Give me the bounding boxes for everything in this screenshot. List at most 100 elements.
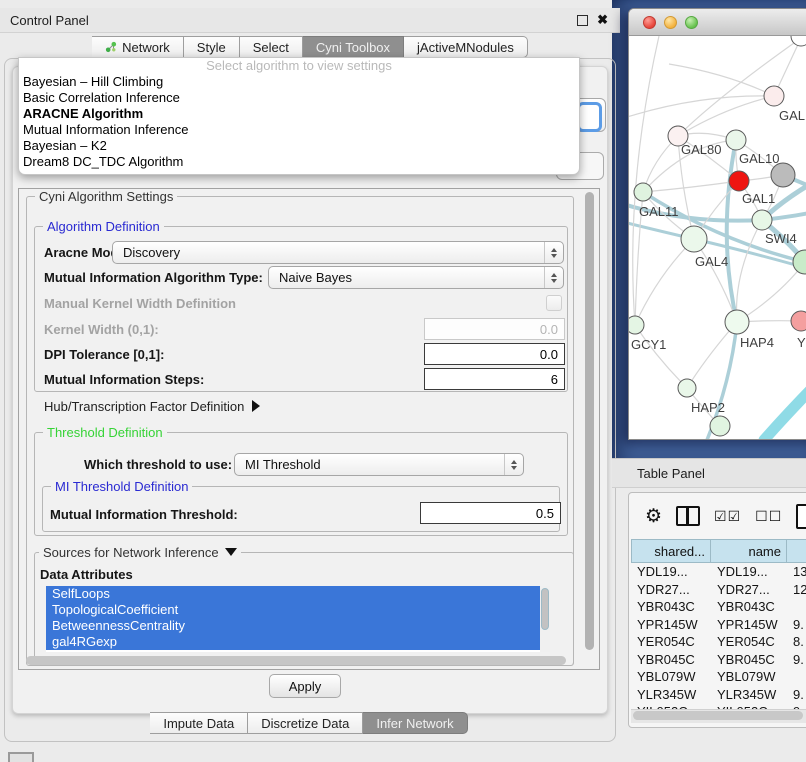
table-row[interactable]: YPR145WYPR145W9.: [631, 616, 806, 634]
network-node[interactable]: [752, 210, 772, 230]
float-window-icon[interactable]: [577, 15, 588, 26]
tab[interactable]: jActiveMNodules: [404, 36, 528, 58]
dropdown-option[interactable]: Bayesian – Hill Climbing: [19, 74, 579, 90]
tab[interactable]: Cyni Toolbox: [303, 36, 404, 58]
deselect-all-icon[interactable]: ☐☐: [755, 508, 782, 525]
combo-value: Discovery: [123, 245, 180, 260]
kernel-width-input[interactable]: 0.0: [424, 318, 565, 340]
export-table-icon[interactable]: [796, 504, 806, 529]
mi-steps-input[interactable]: 6: [424, 368, 565, 390]
list-item[interactable]: SelfLoops: [46, 586, 550, 602]
dpi-tolerance-label: DPI Tolerance [0,1]:: [44, 347, 164, 362]
split-columns-icon[interactable]: [676, 506, 700, 526]
mi-steps-label: Mutual Information Steps:: [44, 372, 204, 387]
network-node[interactable]: [764, 86, 784, 106]
dropdown-option[interactable]: ARACNE Algorithm: [19, 106, 579, 122]
dpi-tolerance-input[interactable]: 0.0: [424, 343, 565, 365]
network-node[interactable]: [791, 36, 806, 46]
horizontal-scrollbar[interactable]: [26, 656, 566, 665]
aracne-mode-select[interactable]: Discovery: [112, 241, 564, 264]
tab[interactable]: Style: [184, 36, 240, 58]
apply-button[interactable]: Apply: [269, 674, 341, 698]
network-canvas[interactable]: GALGAL80GAL10GAL1GAL11SWI4GAL4GCY1HAP4YH…: [629, 36, 806, 440]
minimize-traffic-light-icon[interactable]: [664, 16, 677, 29]
network-edge[interactable]: [737, 220, 762, 322]
node-label: SWI4: [765, 231, 797, 246]
network-node[interactable]: [634, 183, 652, 201]
tab-label: Cyni Toolbox: [316, 40, 390, 55]
manual-kernel-label: Manual Kernel Width Definition: [44, 296, 236, 311]
network-icon: [105, 41, 117, 53]
list-item[interactable]: TopologicalCoefficient: [46, 602, 550, 618]
network-node[interactable]: [726, 130, 746, 150]
table-row[interactable]: YBR043CYBR043C: [631, 598, 806, 616]
list-item[interactable]: BetweennessCentrality: [46, 618, 550, 634]
dock-widget[interactable]: [8, 752, 34, 762]
gear-icon[interactable]: ⚙: [645, 507, 662, 526]
node-table: shared...nameA YDL19...YDL19...13YDR27..…: [631, 539, 806, 711]
input-value: 0.0: [540, 347, 558, 362]
tab[interactable]: Impute Data: [150, 712, 248, 734]
mi-algorithm-type-select[interactable]: Naive Bayes: [268, 266, 564, 289]
network-node[interactable]: [771, 163, 795, 187]
close-icon[interactable]: ✖: [597, 15, 608, 25]
table-cell: 13: [787, 563, 806, 581]
threshold-type-select[interactable]: MI Threshold: [234, 453, 524, 476]
network-node[interactable]: [710, 416, 730, 436]
collapse-arrow-icon: [225, 548, 237, 556]
tab[interactable]: Discretize Data: [248, 712, 363, 734]
spinner-arrows-icon: [544, 267, 563, 288]
dropdown-option[interactable]: Bayesian – K2: [19, 138, 579, 154]
select-all-icon[interactable]: ☑☑: [714, 508, 741, 525]
dropdown-option[interactable]: Dream8 DC_TDC Algorithm: [19, 154, 579, 170]
table-cell: 9.: [787, 651, 806, 669]
input-value: 0.5: [536, 506, 554, 521]
network-edge[interactable]: [727, 140, 737, 322]
network-edge[interactable]: [635, 239, 694, 325]
table-row[interactable]: YDL19...YDL19...13: [631, 563, 806, 581]
tab[interactable]: Network: [92, 36, 184, 58]
network-node[interactable]: [681, 226, 707, 252]
panel-title: Control Panel: [0, 13, 89, 28]
network-edge[interactable]: [635, 325, 687, 388]
network-node[interactable]: [791, 311, 806, 331]
node-label: GAL10: [739, 151, 779, 166]
table-cell: YER054C: [711, 633, 787, 651]
vertical-scrollbar[interactable]: [585, 192, 594, 650]
manual-kernel-checkbox[interactable]: [546, 295, 562, 311]
dropdown-options: Bayesian – Hill Climbing Basic Correlati…: [19, 74, 579, 170]
data-attributes-list[interactable]: SelfLoops TopologicalCoefficient Between…: [46, 586, 550, 652]
close-traffic-light-icon[interactable]: [643, 16, 656, 29]
list-item[interactable]: gal4RGexp: [46, 634, 550, 650]
node-label: GAL11: [639, 204, 679, 219]
tab[interactable]: Select: [240, 36, 303, 58]
mi-threshold-input[interactable]: 0.5: [420, 502, 561, 524]
data-attributes-label: Data Attributes: [40, 567, 133, 582]
network-window-titlebar[interactable]: [629, 9, 806, 36]
table-row[interactable]: YBL079WYBL079W: [631, 668, 806, 686]
network-edge[interactable]: [764, 366, 806, 440]
tab-label: Discretize Data: [261, 716, 349, 731]
zoom-traffic-light-icon[interactable]: [685, 16, 698, 29]
table-row[interactable]: YLR345WYLR345W9.: [631, 686, 806, 704]
table-row[interactable]: YBR045CYBR045C9.: [631, 651, 806, 669]
table-hscrollbar[interactable]: [633, 711, 803, 720]
network-node[interactable]: [678, 379, 696, 397]
table-row[interactable]: YER054CYER054C8.: [631, 633, 806, 651]
network-edge[interactable]: [643, 181, 739, 192]
dropdown-option[interactable]: Basic Correlation Inference: [19, 90, 579, 106]
list-scrollbar[interactable]: [540, 586, 550, 652]
table-row[interactable]: YDR27...YDR27...12: [631, 581, 806, 599]
dropdown-option[interactable]: Mutual Information Inference: [19, 122, 579, 138]
sources-group-title[interactable]: Sources for Network Inference: [39, 545, 241, 560]
column-header[interactable]: name: [711, 539, 787, 563]
network-node[interactable]: [729, 171, 749, 191]
column-header[interactable]: A: [787, 539, 806, 563]
hub-definition-toggle[interactable]: Hub/Transcription Factor Definition: [44, 399, 260, 414]
tab[interactable]: Infer Network: [363, 712, 467, 734]
input-value: 6: [551, 372, 558, 387]
network-node[interactable]: [629, 316, 644, 334]
column-header[interactable]: shared...: [631, 539, 711, 563]
network-node[interactable]: [725, 310, 749, 334]
table-panel: ⚙ ☑☑ ☐☐ shared...nameA YDL19...YDL19...1…: [628, 492, 806, 728]
